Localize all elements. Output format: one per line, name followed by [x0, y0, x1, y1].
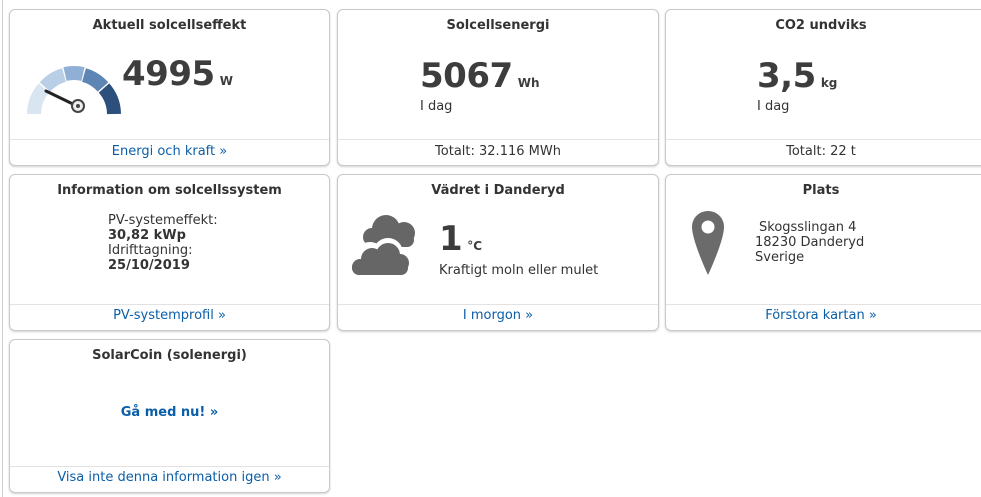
co2-value-group: 3,5 kg — [757, 56, 837, 96]
system-divider — [10, 304, 329, 305]
system-commission-label: Idrifttagning: — [108, 243, 193, 258]
weather-unit: °C — [467, 239, 483, 253]
co2-unit: kg — [820, 76, 838, 90]
co2-card-title: CO2 undviks — [775, 18, 867, 33]
energy-value-group: 5067 Wh — [420, 56, 540, 96]
weather-temp-group: 1 °C — [439, 219, 482, 259]
system-card-title: Information om solcellssystem — [57, 183, 282, 198]
system-commission-value: 25/10/2019 — [108, 258, 190, 273]
left-edge-rule — [2, 0, 3, 497]
energy-card-title: Solcellsenergi — [446, 18, 550, 33]
power-unit: W — [219, 74, 233, 88]
power-card-title: Aktuell solcellseffekt — [92, 18, 247, 33]
cloud-icon — [352, 215, 415, 275]
weather-temp: 1 — [439, 219, 463, 259]
system-effect-label: PV-systemeffekt: — [108, 213, 218, 228]
energy-value: 5067 — [420, 56, 513, 96]
energy-power-link[interactable]: Energi och kraft » — [10, 144, 329, 159]
power-value-group: 4995 W — [122, 54, 233, 94]
join-now-link[interactable]: Gå med nu! » — [10, 405, 329, 420]
weather-card-title: Vädret i Danderyd — [431, 183, 565, 198]
system-details: PV-systemeffekt: 30,82 kWp Idrifttagning… — [108, 213, 218, 273]
energy-unit: Wh — [517, 76, 540, 90]
location-street: Skogsslingan 4 — [759, 220, 857, 235]
power-divider — [10, 139, 329, 140]
location-city: 18230 Danderyd — [755, 235, 865, 250]
co2-value: 3,5 — [757, 56, 816, 96]
co2-divider — [666, 139, 981, 140]
weather-divider — [338, 304, 658, 305]
energy-period: I dag — [420, 99, 453, 114]
power-value: 4995 — [122, 54, 215, 94]
weather-description: Kraftigt moln eller mulet — [439, 263, 599, 278]
location-card: Plats Skogsslingan 4 18230 Danderyd Sver… — [665, 174, 981, 331]
energy-divider — [338, 139, 658, 140]
dismiss-info-link[interactable]: Visa inte denna information igen » — [10, 470, 329, 485]
location-address: Skogsslingan 4 18230 Danderyd Sverige — [755, 220, 864, 265]
solarcoin-card-title: SolarCoin (solenergi) — [92, 348, 247, 363]
location-divider — [666, 304, 981, 305]
energy-total: Totalt: 32.116 MWh — [435, 144, 561, 159]
tomorrow-link[interactable]: I morgon » — [338, 308, 658, 323]
co2-total: Totalt: 22 t — [786, 144, 856, 159]
solarcoin-divider — [10, 466, 329, 467]
power-card: Aktuell solcellseffekt 4995 W Energi och… — [9, 9, 330, 166]
gauge-icon — [27, 65, 121, 115]
location-country: Sverige — [755, 250, 805, 265]
weather-card: Vädret i Danderyd 1 °C Kraftigt moln ell… — [337, 174, 659, 331]
solarcoin-card: SolarCoin (solenergi) Gå med nu! » Visa … — [9, 339, 330, 493]
enlarge-map-link[interactable]: Förstora kartan » — [666, 308, 976, 323]
map-pin-icon — [692, 211, 724, 275]
location-card-title: Plats — [802, 183, 840, 198]
system-card: Information om solcellssystem PV-systeme… — [9, 174, 330, 331]
energy-card: Solcellsenergi 5067 Wh I dag Totalt: 32.… — [337, 9, 659, 166]
pv-profile-link[interactable]: PV-systemprofil » — [10, 308, 329, 323]
co2-period: I dag — [757, 99, 790, 114]
co2-card: CO2 undviks 3,5 kg I dag Totalt: 22 t — [665, 9, 981, 166]
system-effect-value: 30,82 kWp — [108, 228, 186, 243]
